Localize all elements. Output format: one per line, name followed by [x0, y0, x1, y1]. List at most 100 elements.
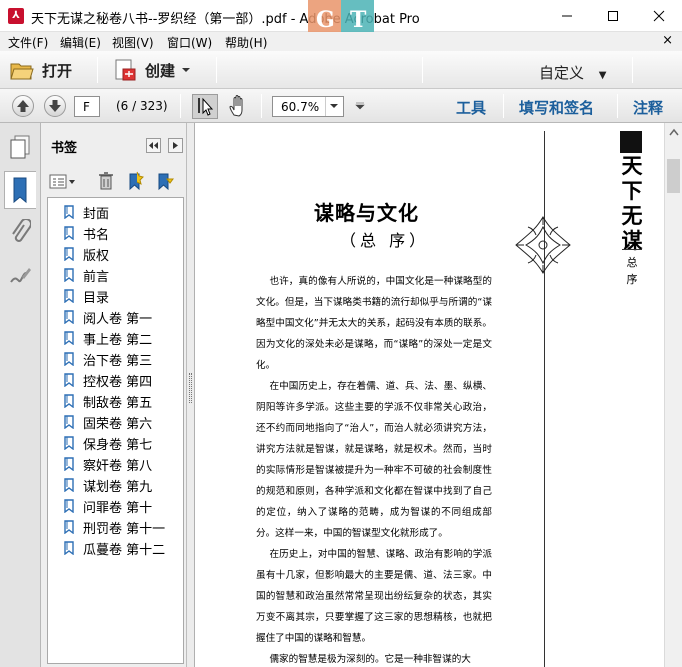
create-button[interactable]: 创建	[113, 56, 191, 84]
bookmark-page-icon	[63, 499, 75, 514]
maximize-button[interactable]	[590, 0, 636, 32]
zoom-level-select[interactable]: 60.7%	[272, 96, 344, 117]
close-window-button[interactable]	[636, 0, 682, 32]
bookmark-item[interactable]: 阅人卷 第一	[63, 307, 152, 327]
vertical-scrollbar[interactable]	[664, 123, 682, 667]
bookmark-page-icon	[63, 247, 75, 262]
comment-pane-link[interactable]: 注释	[633, 97, 663, 118]
trash-icon[interactable]	[98, 171, 114, 191]
bookmark-item[interactable]: 目录	[63, 286, 109, 306]
bookmark-item[interactable]: 控权卷 第四	[63, 370, 152, 390]
menu-view[interactable]: 视图(V)	[112, 34, 154, 51]
menu-file[interactable]: 文件(F)	[8, 34, 48, 51]
document-subheading: （总 序）	[340, 231, 430, 250]
bookmark-item[interactable]: 问罪卷 第十	[63, 496, 152, 516]
bookmark-item[interactable]: 制敌卷 第五	[63, 391, 152, 411]
paragraph: 也许，真的像有人所说的，中国文化是一种谋略型的文化。但是，当下谋略类书籍的流行却…	[256, 276, 492, 371]
page-number-input[interactable]: F	[74, 96, 100, 117]
bookmark-item[interactable]: 刑罚卷 第十一	[63, 517, 165, 537]
scroll-up-arrow-icon[interactable]	[668, 127, 680, 137]
bookmark-page-icon	[63, 289, 75, 304]
bookmark-label: 封面	[83, 206, 110, 222]
side-title-block	[620, 131, 642, 153]
bookmark-label: 保身卷 第七	[83, 437, 153, 453]
side-title-char: 无	[621, 203, 643, 228]
bookmark-label: 刑罚卷 第十一	[83, 521, 166, 537]
bookmark-item[interactable]: 谋划卷 第九	[63, 475, 152, 495]
side-subtitle-char: 总	[626, 256, 638, 269]
open-button[interactable]: 打开	[10, 56, 72, 84]
hand-tool-icon[interactable]	[227, 94, 251, 118]
bookmark-page-icon	[63, 541, 75, 556]
cursor-arrow-icon	[198, 97, 214, 116]
bookmark-label: 控权卷 第四	[83, 374, 153, 390]
menu-help[interactable]: 帮助(H)	[225, 34, 267, 51]
signatures-icon[interactable]	[8, 263, 32, 287]
bookmark-item[interactable]: 封面	[63, 202, 109, 222]
bookmark-item[interactable]: 前言	[63, 265, 109, 285]
chevron-right-icon	[173, 142, 178, 149]
bookmark-item[interactable]: 事上卷 第二	[63, 328, 152, 348]
bookmark-label: 前言	[83, 269, 110, 285]
bookmark-item[interactable]: 治下卷 第三	[63, 349, 152, 369]
customize-label: 自定义	[539, 64, 585, 82]
attachments-paperclip-icon[interactable]	[9, 219, 31, 245]
customize-chevron-icon: ▼	[598, 70, 607, 81]
bookmark-page-icon	[63, 373, 75, 388]
next-page-button[interactable]	[44, 95, 66, 117]
toolbar-options-chevron-icon[interactable]	[355, 102, 365, 110]
bookmark-page-icon	[63, 415, 75, 430]
bookmark-page-icon	[63, 205, 75, 220]
minimize-button[interactable]	[544, 0, 590, 32]
scrollbar-thumb[interactable]	[667, 159, 680, 193]
document-view[interactable]: 谋略与文化 （总 序） 也许，真的像有人所说的，中国文化是一种谋略型的文化。但是…	[196, 123, 664, 667]
acrobat-app-icon[interactable]: ⅄	[8, 8, 24, 24]
maximize-icon	[608, 11, 618, 21]
bookmark-item[interactable]: 版权	[63, 244, 109, 264]
bookmarks-panel: 书签 封面 书名 版权 前言 目录 阅人卷 第一 事上卷 第二 治下卷 第三 控权卷 第四 制敌卷…	[41, 123, 187, 667]
collapse-panel-button[interactable]	[146, 138, 161, 153]
bookmark-item[interactable]: 察奸卷 第八	[63, 454, 152, 474]
create-label: 创建	[145, 61, 176, 80]
menu-bar: 文件(F) 编辑(E) 视图(V) 窗口(W) 帮助(H) ×	[0, 32, 682, 51]
bookmark-options-icon[interactable]	[49, 173, 77, 191]
panel-splitter[interactable]	[187, 123, 195, 667]
bookmark-item[interactable]: 瓜蔓卷 第十二	[63, 538, 165, 558]
title-bar: ⅄ 天下无谋之秘卷八书--罗织经（第一部）.pdf - Adobe Acroba…	[0, 0, 682, 40]
select-tool-button[interactable]	[192, 94, 218, 119]
bookmark-label: 书名	[83, 227, 110, 243]
new-bookmark-icon[interactable]	[125, 171, 145, 191]
bookmark-label: 谋划卷 第九	[83, 479, 153, 495]
expand-bookmark-icon[interactable]	[155, 171, 175, 191]
bookmarks-tab[interactable]	[4, 171, 36, 209]
bookmark-page-icon	[63, 268, 75, 283]
menu-edit[interactable]: 编辑(E)	[60, 34, 101, 51]
bookmark-label: 制敌卷 第五	[83, 395, 153, 411]
panel-menu-button[interactable]	[168, 138, 183, 153]
page-thumbnails-icon[interactable]	[9, 135, 31, 159]
bookmark-label: 瓜蔓卷 第十二	[83, 542, 166, 558]
bookmark-item[interactable]: 书名	[63, 223, 109, 243]
side-title-char: 天	[621, 153, 643, 178]
bookmark-item[interactable]: 固荣卷 第六	[63, 412, 152, 432]
bookmark-label: 问罪卷 第十	[83, 500, 153, 516]
previous-page-button[interactable]	[12, 95, 34, 117]
bookmarks-list: 封面书名 版权前言 目录 阅人卷 第一 事上卷 第二 治下卷 第三控权卷 第四 制敌卷 第五…	[47, 197, 184, 664]
double-chevron-left-icon	[149, 142, 158, 149]
menu-window[interactable]: 窗口(W)	[167, 34, 212, 51]
zoom-dropdown-button[interactable]	[325, 97, 343, 116]
side-subtitle: 总 序	[622, 249, 642, 288]
bookmark-page-icon	[63, 331, 75, 346]
bookmark-item[interactable]: 保身卷 第七	[63, 433, 152, 453]
folder-open-icon	[10, 63, 34, 80]
close-document-button[interactable]: ×	[662, 33, 673, 48]
paragraph: 在历史上，对中国的智慧、谋略、政治有影响的学派虽有十几家，但影响最大的主要是儒、…	[256, 549, 492, 644]
bookmark-ribbon-icon	[13, 177, 27, 204]
tools-pane-link[interactable]: 工具	[456, 97, 486, 118]
chevron-down-icon	[330, 104, 338, 108]
fill-sign-pane-link[interactable]: 填写和签名	[519, 97, 594, 118]
chevron-down-icon	[182, 68, 191, 72]
customize-dropdown[interactable]: 自定义 ▼	[539, 62, 607, 83]
side-title-char: 下	[621, 178, 643, 203]
page-vertical-rule	[544, 131, 545, 667]
